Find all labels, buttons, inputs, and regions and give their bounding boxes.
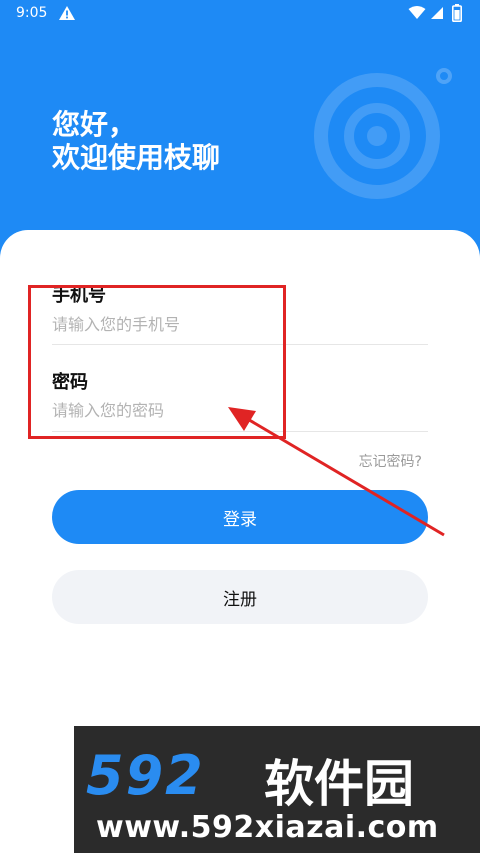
wifi-icon [408, 6, 426, 19]
watermark-name: 软件园 [264, 755, 414, 813]
greeting-line-2: 欢迎使用枝聊 [52, 141, 221, 174]
status-bar: 9:05 [0, 0, 480, 28]
watermark-number: 592 [86, 744, 205, 807]
greeting: 您好， 欢迎使用枝聊 [52, 108, 220, 174]
annotation-arrow [228, 407, 445, 537]
watermark-banner: 592 软件园 www.592xiazai.com [74, 726, 480, 853]
decorative-chat-logo-icon [314, 68, 452, 199]
greeting-line-1: 您好， [52, 108, 137, 141]
warning-icon [59, 6, 75, 20]
status-time: 9:05 [16, 5, 48, 21]
battery-icon [452, 4, 462, 22]
signal-icon [431, 7, 443, 19]
register-button[interactable]: 注册 [52, 570, 428, 624]
watermark-url: www.592xiazai.com [96, 810, 439, 845]
